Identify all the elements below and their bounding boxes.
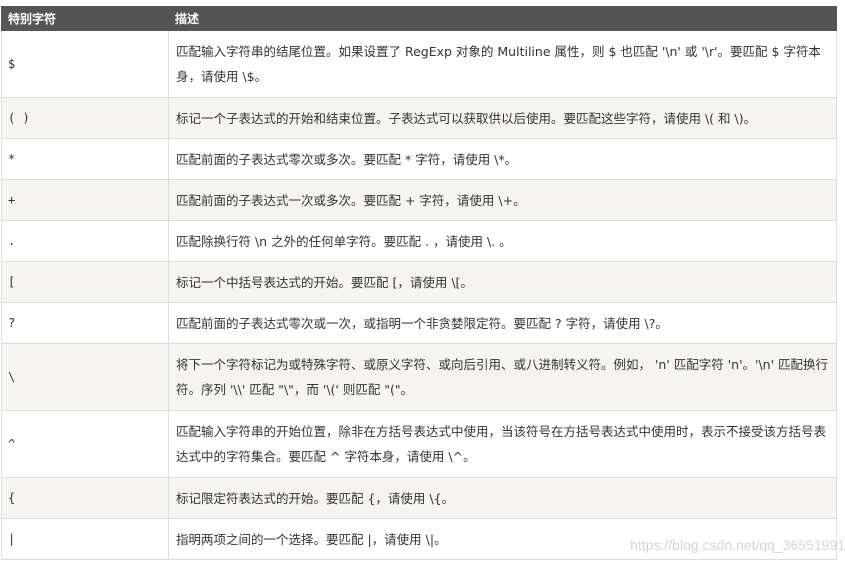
description-cell: 将下一个字符标记为或特殊字符、或原义字符、或向后引用、或八进制转义符。例如， '… bbox=[168, 343, 837, 411]
column-header-description: 描述 bbox=[168, 6, 837, 31]
table-row: ? 匹配前面的子表达式零次或一次，或指明一个非贪婪限定符。要匹配 ? 字符，请使… bbox=[1, 302, 837, 344]
special-char-cell: . bbox=[1, 220, 169, 262]
description-cell: 匹配输入字符串的结尾位置。如果设置了 RegExp 对象的 Multiline … bbox=[168, 30, 837, 98]
description-cell: 匹配前面的子表达式零次或一次，或指明一个非贪婪限定符。要匹配 ? 字符，请使用 … bbox=[168, 302, 837, 344]
special-char-cell: ( ) bbox=[1, 97, 169, 139]
table-row: $ 匹配输入字符串的结尾位置。如果设置了 RegExp 对象的 Multilin… bbox=[1, 30, 837, 98]
special-char-cell: [ bbox=[1, 261, 169, 303]
special-char-cell: $ bbox=[1, 30, 169, 98]
table-row: { 标记限定符表达式的开始。要匹配 {，请使用 \{。 bbox=[1, 477, 837, 519]
column-header-special-char: 特别字符 bbox=[1, 6, 169, 31]
description-cell: 匹配输入字符串的开始位置，除非在方括号表达式中使用，当该符号在方括号表达式中使用… bbox=[168, 410, 837, 478]
special-char-cell: * bbox=[1, 138, 169, 180]
special-char-cell: ^ bbox=[1, 410, 169, 478]
table-row: \ 将下一个字符标记为或特殊字符、或原义字符、或向后引用、或八进制转义符。例如，… bbox=[1, 343, 837, 411]
regex-special-chars-table: 特别字符 描述 $ 匹配输入字符串的结尾位置。如果设置了 RegExp 对象的 … bbox=[1, 6, 837, 560]
description-cell: 匹配前面的子表达式一次或多次。要匹配 + 字符，请使用 \+。 bbox=[168, 179, 837, 221]
description-cell: 匹配前面的子表达式零次或多次。要匹配 * 字符，请使用 \*。 bbox=[168, 138, 837, 180]
description-cell: 标记一个子表达式的开始和结束位置。子表达式可以获取供以后使用。要匹配这些字符，请… bbox=[168, 97, 837, 139]
table-header-row: 特别字符 描述 bbox=[1, 6, 837, 31]
special-char-cell: + bbox=[1, 179, 169, 221]
special-char-cell: ? bbox=[1, 302, 169, 344]
watermark-url: https://blog.csdn.net/qq_36551991 bbox=[630, 537, 845, 553]
table-row: ( ) 标记一个子表达式的开始和结束位置。子表达式可以获取供以后使用。要匹配这些… bbox=[1, 97, 837, 139]
special-char-cell: | bbox=[1, 518, 169, 560]
table-row: + 匹配前面的子表达式一次或多次。要匹配 + 字符，请使用 \+。 bbox=[1, 179, 837, 221]
table-row: ^ 匹配输入字符串的开始位置，除非在方括号表达式中使用，当该符号在方括号表达式中… bbox=[1, 410, 837, 478]
description-cell: 标记一个中括号表达式的开始。要匹配 [，请使用 \[。 bbox=[168, 261, 837, 303]
table-row: * 匹配前面的子表达式零次或多次。要匹配 * 字符，请使用 \*。 bbox=[1, 138, 837, 180]
special-char-cell: { bbox=[1, 477, 169, 519]
table-row: [ 标记一个中括号表达式的开始。要匹配 [，请使用 \[。 bbox=[1, 261, 837, 303]
special-char-cell: \ bbox=[1, 343, 169, 411]
description-cell: 标记限定符表达式的开始。要匹配 {，请使用 \{。 bbox=[168, 477, 837, 519]
table-row: . 匹配除换行符 \n 之外的任何单字符。要匹配 . ，请使用 \. 。 bbox=[1, 220, 837, 262]
description-cell: 匹配除换行符 \n 之外的任何单字符。要匹配 . ，请使用 \. 。 bbox=[168, 220, 837, 262]
